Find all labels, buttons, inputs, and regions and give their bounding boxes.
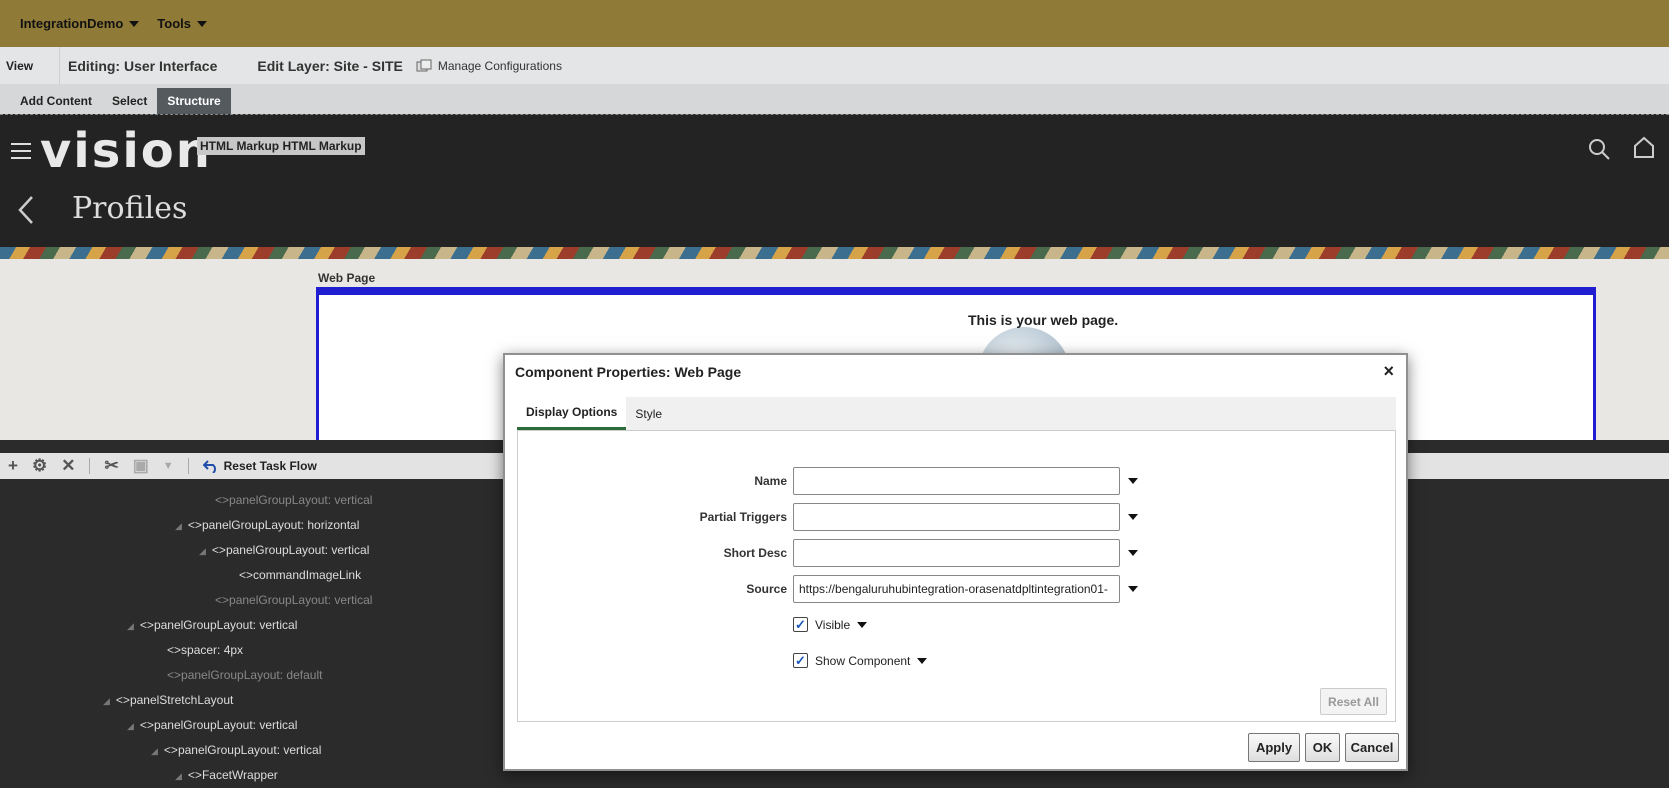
tree-node[interactable]: <>panelGroupLayout: default xyxy=(167,668,322,682)
visible-option: ✓ Visible xyxy=(793,617,868,632)
toolbar-divider xyxy=(89,458,91,474)
tree-node-label: panelGroupLayout: vertical xyxy=(153,718,298,732)
tree-node-label: panelStretchLayout xyxy=(129,693,234,707)
reset-task-flow-label: Reset Task Flow xyxy=(223,459,317,473)
tree-node[interactable]: <>panelGroupLayout: vertical xyxy=(215,593,372,607)
chevron-down-icon[interactable] xyxy=(1128,514,1138,520)
name-label: Name xyxy=(754,474,787,488)
menu-tools[interactable]: Tools xyxy=(157,16,207,31)
dialog-tabs: Display Options Style xyxy=(517,397,1396,430)
tree-node[interactable]: <>spacer: 4px xyxy=(167,643,243,657)
tree-node-label: panelGroupLayout: default xyxy=(181,668,323,682)
edit-bar: View Editing: User Interface Edit Layer:… xyxy=(0,47,1669,84)
chevron-down-icon[interactable] xyxy=(917,657,928,664)
configurations-icon xyxy=(416,59,432,71)
show-component-label: Show Component xyxy=(815,653,911,668)
cancel-button[interactable]: Cancel xyxy=(1345,733,1399,762)
tree-node-label: panelGroupLayout: horizontal xyxy=(201,518,360,532)
chevron-down-icon[interactable] xyxy=(1128,550,1138,556)
tree-node[interactable]: ◢ <>panelGroupLayout: vertical xyxy=(151,743,321,757)
cut-icon[interactable]: ✂ xyxy=(104,456,118,476)
reset-task-flow-button[interactable]: Reset Task Flow xyxy=(202,459,317,473)
tab-display-options[interactable]: Display Options xyxy=(517,397,627,430)
display-options-panel: Name Partial Triggers Short Desc Source … xyxy=(517,430,1396,722)
mode-tabs: Add Content Select Structure xyxy=(0,84,1669,114)
component-properties-dialog: Component Properties: Web Page × Display… xyxy=(503,353,1408,771)
search-icon[interactable] xyxy=(1587,137,1611,161)
partial-triggers-row: Partial Triggers xyxy=(518,503,1397,531)
tree-node-label: panelGroupLayout: vertical xyxy=(229,593,373,607)
manage-configurations-label: Manage Configurations xyxy=(437,58,562,73)
top-menubar: IntegrationDemo Tools xyxy=(0,0,1669,47)
edit-layer-label: Edit Layer: Site - SITE xyxy=(257,57,403,74)
copy-icon[interactable]: ▣ xyxy=(133,456,149,476)
tree-node[interactable]: ◢ <>FacetWrapper xyxy=(175,768,278,782)
tree-node-label: spacer: 4px xyxy=(181,643,244,657)
source-field[interactable]: https://bengaluruhubintegration-orasenat… xyxy=(793,575,1120,603)
tree-node-label: panelGroupLayout: vertical xyxy=(229,493,373,507)
tab-add-content[interactable]: Add Content xyxy=(10,88,102,114)
source-row: Source https://bengaluruhubintegration-o… xyxy=(518,575,1397,603)
partial-triggers-field[interactable] xyxy=(793,503,1120,531)
short-desc-label: Short Desc xyxy=(723,546,787,560)
name-field[interactable] xyxy=(793,467,1120,495)
toolbar-divider xyxy=(187,458,189,474)
close-icon[interactable]: × xyxy=(1383,361,1394,382)
dropdown-icon[interactable]: ▼ xyxy=(163,460,174,472)
tree-node[interactable]: ◢ <>panelGroupLayout: vertical xyxy=(127,618,297,632)
manage-configurations-link[interactable]: Manage Configurations xyxy=(416,59,562,73)
delete-icon[interactable]: ✕ xyxy=(61,456,75,476)
visible-checkbox[interactable]: ✓ xyxy=(793,617,808,632)
reset-all-button[interactable]: Reset All xyxy=(1320,688,1387,715)
chevron-down-icon[interactable] xyxy=(1128,478,1138,484)
edit-properties-icon[interactable]: ⚙ xyxy=(32,456,47,476)
partial-triggers-label: Partial Triggers xyxy=(699,510,787,524)
vision-logo: vision xyxy=(40,123,212,179)
undo-icon xyxy=(202,460,216,473)
short-desc-row: Short Desc xyxy=(518,539,1397,567)
name-row: Name xyxy=(518,467,1397,495)
html-markup-tag: HTML Markup HTML Markup xyxy=(197,137,365,155)
web-page-label: Web Page xyxy=(318,271,376,285)
tree-node-label: FacetWrapper xyxy=(201,768,278,782)
tree-node-label: panelGroupLayout: vertical xyxy=(153,618,298,632)
short-desc-field[interactable] xyxy=(793,539,1120,567)
tree-node-label: panelGroupLayout: vertical xyxy=(177,743,322,757)
tree-node-label: panelGroupLayout: vertical xyxy=(225,543,370,557)
tree-node[interactable]: ◢ <>panelStretchLayout xyxy=(103,693,233,707)
chevron-down-icon xyxy=(129,20,140,27)
show-component-checkbox[interactable]: ✓ xyxy=(793,653,808,668)
app-header: vision HTML Markup HTML Markup Profiles xyxy=(0,114,1669,247)
apply-button[interactable]: Apply xyxy=(1248,733,1300,762)
tab-style[interactable]: Style xyxy=(626,397,671,430)
chevron-down-icon[interactable] xyxy=(857,621,868,628)
decorative-banner xyxy=(0,247,1669,259)
source-label: Source xyxy=(746,582,787,596)
web-page-text: This is your web page. xyxy=(968,312,1119,328)
tree-node[interactable]: ◢ <>panelGroupLayout: horizontal xyxy=(175,518,359,532)
tab-select[interactable]: Select xyxy=(102,88,157,114)
tab-structure[interactable]: Structure xyxy=(157,88,231,114)
tree-node[interactable]: ◢ <>panelGroupLayout: vertical xyxy=(199,543,369,557)
tree-node[interactable]: <>commandImageLink xyxy=(239,568,361,582)
show-component-option: ✓ Show Component xyxy=(793,653,928,668)
tree-node[interactable]: <>panelGroupLayout: vertical xyxy=(215,493,372,507)
dialog-title: Component Properties: Web Page xyxy=(515,364,742,380)
menu-integrationdemo[interactable]: IntegrationDemo xyxy=(20,16,140,31)
back-chevron-icon[interactable] xyxy=(16,195,36,225)
editing-label: Editing: User Interface xyxy=(68,57,218,74)
hamburger-menu-icon[interactable] xyxy=(11,143,31,164)
menu-integrationdemo-label: IntegrationDemo xyxy=(20,16,124,31)
chevron-down-icon[interactable] xyxy=(1128,586,1138,592)
ok-button[interactable]: OK xyxy=(1305,733,1340,762)
tree-node-label: commandImageLink xyxy=(253,568,362,582)
tree-node[interactable]: ◢ <>panelGroupLayout: vertical xyxy=(127,718,297,732)
view-menu[interactable]: View xyxy=(0,47,60,84)
add-icon[interactable]: + xyxy=(8,456,18,476)
home-icon[interactable] xyxy=(1632,135,1656,159)
visible-label: Visible xyxy=(815,617,851,632)
page-title: Profiles xyxy=(72,191,188,226)
menu-tools-label: Tools xyxy=(157,16,191,31)
chevron-down-icon xyxy=(197,20,207,27)
